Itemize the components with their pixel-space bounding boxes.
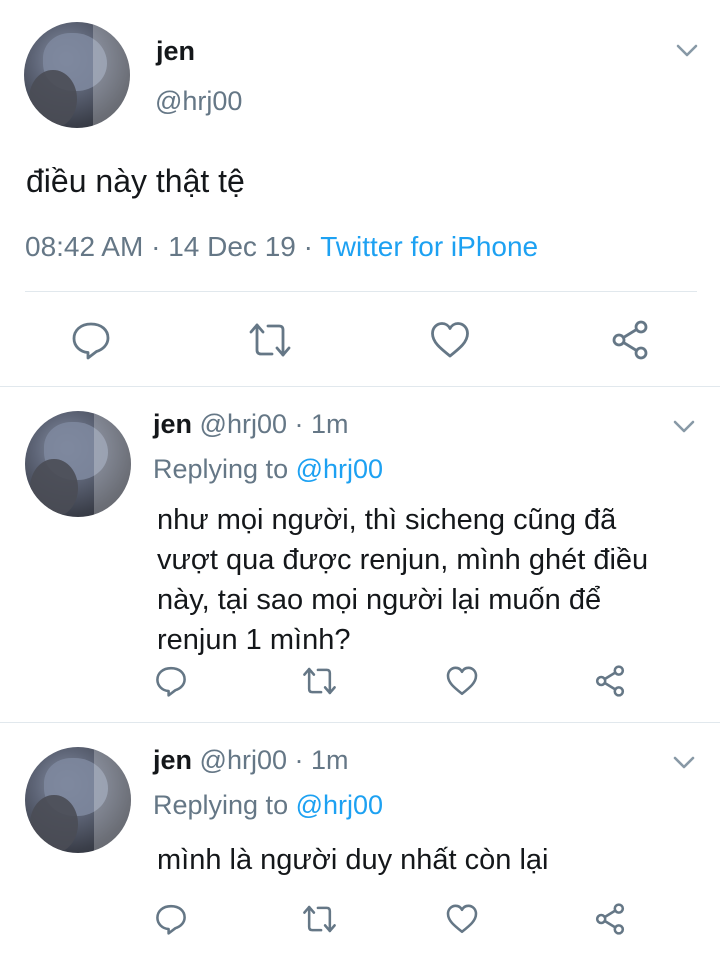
reply-text-line: vượt qua được renjun, mình ghét điều xyxy=(157,544,649,576)
avatar[interactable] xyxy=(24,22,130,128)
handle[interactable]: @hrj00 xyxy=(155,86,242,117)
tweet-divider xyxy=(0,386,720,387)
tweet-divider xyxy=(0,722,720,723)
replying-to: Replying to @hrj00 xyxy=(153,790,383,821)
tweet-text: điều này thật tệ xyxy=(26,163,245,199)
replying-to-link[interactable]: @hrj00 xyxy=(296,790,383,820)
share-icon[interactable] xyxy=(610,320,650,360)
share-icon[interactable] xyxy=(594,665,626,697)
reply-text-line: như mọi người, thì sicheng cũng đã xyxy=(157,504,617,536)
replying-to: Replying to @hrj00 xyxy=(153,454,383,485)
avatar[interactable] xyxy=(25,411,131,517)
tweet-source-link[interactable]: Twitter for iPhone xyxy=(320,231,538,262)
retweet-icon[interactable] xyxy=(302,665,337,697)
chevron-down-icon[interactable] xyxy=(673,756,695,770)
like-icon[interactable] xyxy=(430,320,470,360)
reply-header: jen @hrj00 · 1m xyxy=(153,409,348,440)
reply-text: mình là người duy nhất còn lại xyxy=(157,840,549,880)
retweet-icon[interactable] xyxy=(248,320,292,360)
avatar[interactable] xyxy=(25,747,131,853)
replying-prefix: Replying to xyxy=(153,790,289,820)
meta-separator: · xyxy=(303,231,313,262)
display-name[interactable]: jen xyxy=(153,745,192,775)
like-icon[interactable] xyxy=(446,903,478,935)
like-icon[interactable] xyxy=(446,665,478,697)
chevron-down-icon[interactable] xyxy=(676,44,698,58)
share-icon[interactable] xyxy=(594,903,626,935)
reply-icon[interactable] xyxy=(155,903,187,935)
handle-and-time: @hrj00 · 1m xyxy=(199,409,349,439)
meta-divider xyxy=(25,291,697,292)
reply-text-line: mình là người duy nhất còn lại xyxy=(157,844,549,876)
retweet-icon[interactable] xyxy=(302,903,337,935)
display-name[interactable]: jen xyxy=(153,409,192,439)
tweet-time: 08:42 AM xyxy=(25,231,144,262)
replying-to-link[interactable]: @hrj00 xyxy=(296,454,383,484)
chevron-down-icon[interactable] xyxy=(673,420,695,434)
reply-icon[interactable] xyxy=(71,320,111,360)
tweet-date: 14 Dec 19 xyxy=(168,231,296,262)
reply-text-line: renjun 1 mình? xyxy=(157,624,351,656)
meta-separator: · xyxy=(151,231,161,262)
reply-text: như mọi người, thì sicheng cũng đã vượt … xyxy=(157,500,648,660)
reply-icon[interactable] xyxy=(155,665,187,697)
tweet-meta: 08:42 AM · 14 Dec 19 · Twitter for iPhon… xyxy=(25,231,538,263)
display-name[interactable]: jen xyxy=(156,36,195,67)
handle-and-time: @hrj00 · 1m xyxy=(199,745,349,775)
replying-prefix: Replying to xyxy=(153,454,289,484)
reply-text-line: này, tại sao mọi người lại muốn để xyxy=(157,584,602,616)
reply-header: jen @hrj00 · 1m xyxy=(153,745,348,776)
